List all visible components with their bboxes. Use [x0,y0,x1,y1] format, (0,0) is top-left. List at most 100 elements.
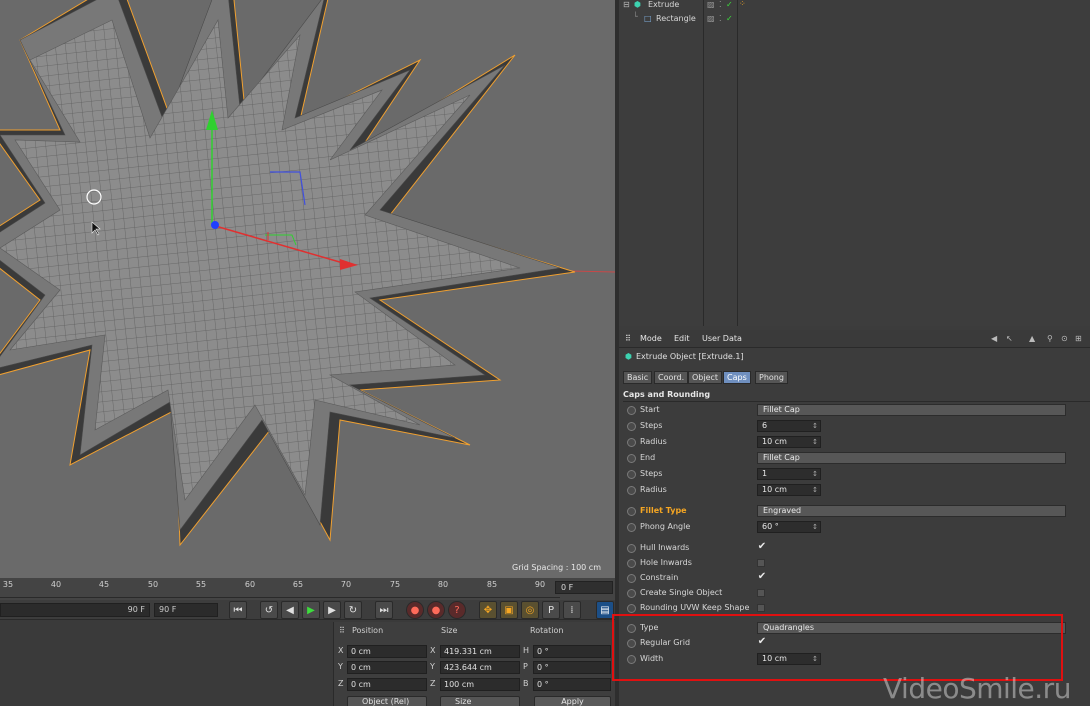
visibility-dots-icon[interactable]: ⁚ [719,0,722,9]
layer-icon[interactable]: ▨ [707,14,715,23]
play-icon[interactable]: ▶ [302,601,320,619]
search-icon[interactable]: ⚲ [1047,334,1053,343]
menu-mode[interactable]: Mode [640,334,662,343]
hull-inwards-checkbox[interactable]: ✔ [757,542,767,552]
tab-coord[interactable]: Coord. [654,371,689,384]
param-label: Steps [640,469,663,478]
animate-dot-icon[interactable] [627,574,636,583]
size-y-field[interactable]: 423.644 cm [440,661,520,674]
rotation-p-field[interactable]: 0 ° [533,661,611,674]
animate-dot-icon[interactable] [627,604,636,613]
param-hull-inwards: Hull Inwards ✔ [619,541,1090,556]
size-mode-dropdown[interactable]: Size [440,696,520,706]
record-scale-icon[interactable]: ▣ [500,601,518,619]
tab-basic[interactable]: Basic [623,371,653,384]
up-arrow-icon[interactable]: ▲ [1029,334,1035,343]
tab-phong[interactable]: Phong [755,371,788,384]
radius-end-field[interactable]: 10 cm [757,484,821,496]
end-frame-slider[interactable]: 90 F [0,603,150,617]
hole-inwards-checkbox[interactable] [757,559,765,567]
fillet-type-dropdown[interactable]: Engraved [757,505,1066,517]
object-row-extrude[interactable]: ⊟ ⬢ Extrude ▨ ⁚ ✓ ⁘ [619,0,1090,13]
back-arrow-icon[interactable]: ◀ [991,334,997,343]
coord-row-x: X 0 cm X 419.331 cm H 0 ° [334,644,616,659]
phong-angle-field[interactable]: 60 ° [757,521,821,533]
record-rotation-icon[interactable]: ◎ [521,601,539,619]
menu-user-data[interactable]: User Data [702,334,742,343]
z-axis-handle[interactable] [211,221,219,229]
enabled-check-icon[interactable]: ✓ [726,0,733,9]
keyframe-selection-icon[interactable]: ? [448,601,466,619]
go-to-start-icon[interactable]: ⏮ [229,601,247,619]
steps-start-field[interactable]: 6 [757,420,821,432]
record-active-objects-icon[interactable]: ● [406,601,424,619]
enabled-check-icon[interactable]: ✓ [726,14,733,23]
animate-dot-icon[interactable] [627,422,636,431]
tab-caps[interactable]: Caps [723,371,751,384]
param-create-single-object: Create Single Object [619,586,1090,601]
menu-edit[interactable]: Edit [674,334,690,343]
steps-end-field[interactable]: 1 [757,468,821,480]
constrain-checkbox[interactable]: ✔ [757,572,767,582]
create-single-object-checkbox[interactable] [757,589,765,597]
record-position-icon[interactable]: ✥ [479,601,497,619]
coordinate-mode-dropdown[interactable]: Object (Rel) [347,696,427,706]
next-key-icon[interactable]: ↻ [344,601,362,619]
object-name[interactable]: Extrude [648,0,679,9]
position-y-field[interactable]: 0 cm [347,661,427,674]
3d-viewport[interactable]: Grid Spacing : 100 cm [0,0,615,578]
axis-label: H [523,646,530,655]
record-parameter-icon[interactable]: P [542,601,560,619]
position-x-field[interactable]: 0 cm [347,645,427,658]
new-panel-icon[interactable]: ⊞ [1075,334,1082,343]
end-dropdown[interactable]: Fillet Cap [757,452,1066,464]
animate-dot-icon[interactable] [627,406,636,415]
history-icon[interactable]: ↖ [1006,334,1013,343]
record-point-level-icon[interactable]: ⁞ [563,601,581,619]
attribute-object-title: ⬢ Extrude Object [Extrude.1] [625,352,744,361]
object-title-text: Extrude Object [Extrude.1] [635,352,744,361]
animate-dot-icon[interactable] [627,507,636,516]
viewport-scene [0,0,615,547]
watermark: VideoSmile.ru [883,672,1071,705]
previous-key-icon[interactable]: ↺ [260,601,278,619]
object-name[interactable]: Rectangle [656,14,696,23]
lock-icon[interactable]: ⊙ [1061,334,1068,343]
previous-frame-icon[interactable]: ◀ [281,601,299,619]
animate-dot-icon[interactable] [627,486,636,495]
layer-icon[interactable]: ▨ [707,0,715,9]
position-z-field[interactable]: 0 cm [347,678,427,691]
animate-dot-icon[interactable] [627,589,636,598]
animate-dot-icon[interactable] [627,559,636,568]
size-z-field[interactable]: 100 cm [440,678,520,691]
apply-button[interactable]: Apply [534,696,611,706]
autokeying-icon[interactable]: ● [427,601,445,619]
radius-start-field[interactable]: 10 cm [757,436,821,448]
animate-dot-icon[interactable] [627,454,636,463]
object-row-rectangle[interactable]: └ □ Rectangle ▨ ⁚ ✓ [619,12,1090,27]
end-frame-field[interactable]: 90 F [154,603,218,617]
current-frame-field[interactable]: 0 F [555,581,613,594]
transport-bar: 90 F 90 F ⏮ ↺ ◀ ▶ ▶ ↻ ⏭ ● ● ? ✥ ▣ ◎ P ⁞ … [0,600,615,620]
rotation-b-field[interactable]: 0 ° [533,678,611,691]
go-to-end-icon[interactable]: ⏭ [375,601,393,619]
animate-dot-icon[interactable] [627,470,636,479]
animate-dot-icon[interactable] [627,523,636,532]
rounding-uvw-checkbox[interactable] [757,604,765,612]
animate-dot-icon[interactable] [627,544,636,553]
timeline-ruler[interactable]: 35 40 45 50 55 60 65 70 75 80 85 90 0 F [0,578,615,600]
param-steps-end: Steps 1 [619,467,1090,482]
timeline-ticks[interactable]: 35 40 45 50 55 60 65 70 75 80 85 90 [0,578,560,598]
collapse-toggle-icon[interactable]: ⊟ [623,0,630,9]
size-x-field[interactable]: 419.331 cm [440,645,520,658]
axis-label: Z [338,679,344,688]
tick-label: 70 [340,580,352,589]
start-dropdown[interactable]: Fillet Cap [757,404,1066,416]
tab-object[interactable]: Object [688,371,723,384]
visibility-dots-icon[interactable]: ⁚ [719,14,722,23]
next-frame-icon[interactable]: ▶ [323,601,341,619]
tick-label: 40 [50,580,62,589]
tag-icon[interactable]: ⁘ [739,0,746,8]
rotation-h-field[interactable]: 0 ° [533,645,611,658]
animate-dot-icon[interactable] [627,438,636,447]
